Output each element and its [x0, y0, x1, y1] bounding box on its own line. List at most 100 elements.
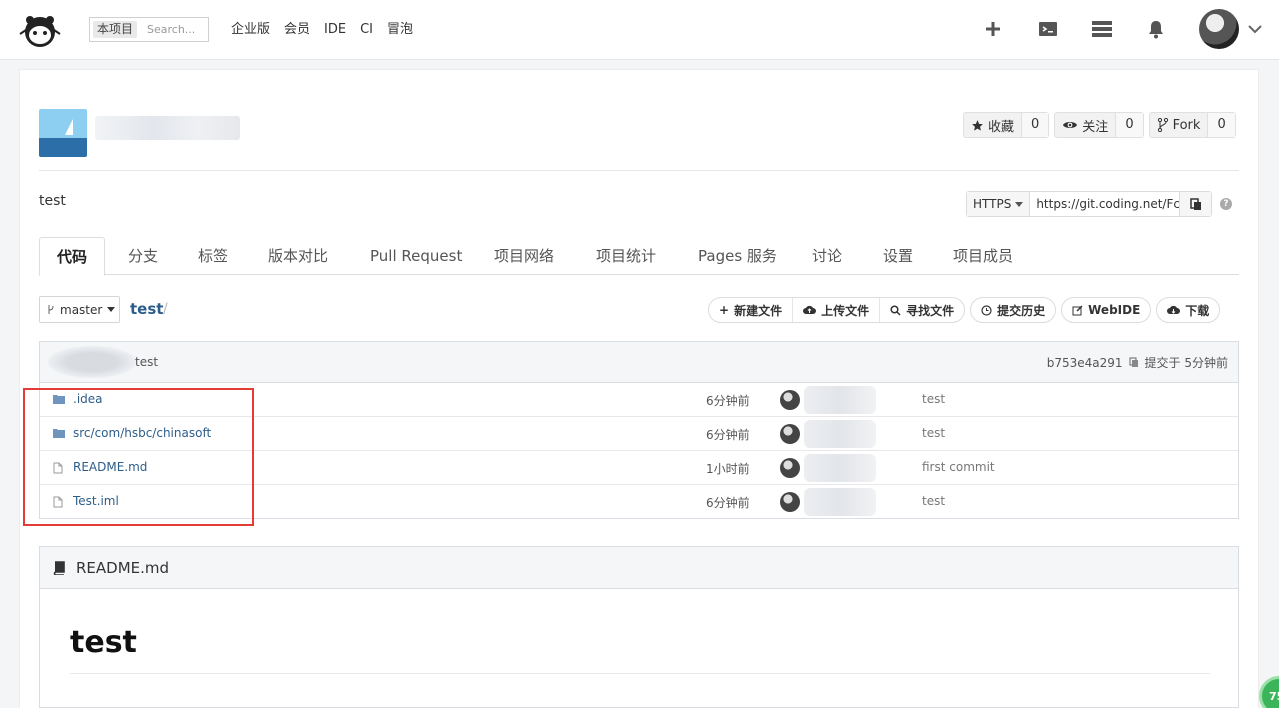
- committer-avatar[interactable]: [780, 390, 800, 410]
- find-file-button[interactable]: 寻找文件: [880, 298, 964, 322]
- star-label: 收藏: [988, 119, 1015, 135]
- file-time: 1小时前: [706, 462, 750, 476]
- tab-compare[interactable]: 版本对比: [268, 237, 328, 275]
- divider: [39, 170, 1239, 171]
- search-scope-tag[interactable]: 本项目: [93, 21, 138, 38]
- terminal-icon[interactable]: [1036, 17, 1060, 41]
- star-icon: [972, 119, 983, 131]
- history-group: 提交历史: [970, 297, 1057, 323]
- webide-button[interactable]: WebIDE: [1062, 298, 1150, 322]
- committer-avatar[interactable]: [780, 492, 800, 512]
- file-commit-message[interactable]: test: [922, 392, 945, 406]
- readme-divider: [70, 673, 1210, 674]
- server-icon[interactable]: [1090, 17, 1114, 41]
- project-name-blurred: [95, 116, 240, 140]
- watch-button[interactable]: 关注 0: [1054, 112, 1144, 138]
- latest-commit-message[interactable]: test: [135, 355, 158, 369]
- fork-count: 0: [1207, 113, 1235, 137]
- chevron-down-icon[interactable]: [1246, 20, 1264, 38]
- cloud-upload-icon: [803, 305, 817, 314]
- tab-network[interactable]: 项目网络: [494, 237, 554, 275]
- download-button[interactable]: 下载: [1157, 298, 1219, 322]
- copy-button[interactable]: [1179, 192, 1212, 216]
- file-commit-message[interactable]: test: [922, 426, 945, 440]
- commit-history-button[interactable]: 提交历史: [971, 298, 1055, 322]
- tab-pull-request[interactable]: Pull Request: [370, 237, 462, 275]
- committer-blurred: [804, 488, 876, 516]
- breadcrumb-separator: /: [163, 301, 168, 317]
- star-button[interactable]: 收藏 0: [963, 112, 1050, 138]
- protocol-label: HTTPS: [973, 197, 1012, 211]
- download-label: 下载: [1185, 303, 1210, 318]
- protocol-select[interactable]: HTTPS: [967, 192, 1031, 216]
- file-time: 6分钟前: [706, 394, 750, 408]
- readme-header: README.md: [40, 547, 1238, 589]
- clone-url-input[interactable]: https://git.coding.net/Fc: [1030, 192, 1179, 216]
- readme-panel: README.md test: [39, 546, 1239, 708]
- file-actions-group: + 新建文件 上传文件 寻找文件: [708, 297, 966, 323]
- find-file-label: 寻找文件: [906, 303, 955, 318]
- readme-filename: README.md: [76, 558, 170, 577]
- tab-code[interactable]: 代码: [39, 237, 106, 276]
- file-commit-message[interactable]: first commit: [922, 460, 995, 474]
- fork-button[interactable]: Fork 0: [1148, 112, 1236, 138]
- file-commit-message[interactable]: test: [922, 494, 945, 508]
- committer-avatar[interactable]: [780, 458, 800, 478]
- webide-label: WebIDE: [1088, 303, 1141, 317]
- caret-down-icon: [1015, 201, 1024, 207]
- committer-blurred: [804, 454, 876, 482]
- help-icon[interactable]: ?: [1220, 198, 1232, 210]
- nav-link-enterprise[interactable]: 企业版: [231, 20, 270, 40]
- caret-down-icon: [107, 307, 116, 312]
- nav-link-ci[interactable]: CI: [360, 20, 373, 40]
- tab-settings[interactable]: 设置: [883, 237, 913, 275]
- committer-blurred: [48, 346, 136, 378]
- fork-label: Fork: [1172, 117, 1201, 133]
- tab-discussion[interactable]: 讨论: [812, 237, 842, 275]
- repo-tabs: 代码 分支 标签 版本对比 Pull Request 项目网络 项目统计 Pag…: [39, 237, 1239, 276]
- breadcrumb[interactable]: test: [130, 300, 163, 318]
- search-icon: [890, 304, 901, 316]
- committer-avatar[interactable]: [780, 424, 800, 444]
- upload-file-button[interactable]: 上传文件: [793, 298, 881, 322]
- coding-logo-icon[interactable]: [16, 12, 64, 48]
- commit-history-label: 提交历史: [997, 303, 1046, 318]
- new-file-label: 新建文件: [734, 303, 783, 318]
- bell-icon[interactable]: [1144, 17, 1168, 41]
- webide-group: WebIDE: [1061, 297, 1152, 323]
- search-input[interactable]: Search...: [147, 18, 195, 41]
- plus-icon[interactable]: [981, 17, 1005, 41]
- tab-stats[interactable]: 项目统计: [596, 237, 656, 275]
- project-avatar: [39, 109, 87, 157]
- latest-commit-bar: test b753e4a291 提交于 5分钟前: [40, 342, 1238, 383]
- clock-icon: [981, 304, 992, 316]
- committer-blurred: [804, 420, 876, 448]
- branch-name: master: [60, 302, 103, 317]
- commit-hash[interactable]: b753e4a291: [1047, 356, 1123, 370]
- search-box[interactable]: 本项目 Search...: [89, 17, 209, 42]
- nav-link-member[interactable]: 会员: [284, 20, 310, 40]
- committer-blurred: [804, 386, 876, 414]
- tab-members[interactable]: 项目成员: [953, 237, 1013, 275]
- file-time: 6分钟前: [706, 496, 750, 510]
- upload-file-label: 上传文件: [821, 303, 870, 318]
- copy-icon[interactable]: [1129, 357, 1139, 368]
- nav-link-ide[interactable]: IDE: [324, 20, 346, 40]
- branch-icon: [48, 305, 54, 314]
- tab-tags[interactable]: 标签: [198, 237, 228, 275]
- new-file-button[interactable]: + 新建文件: [709, 298, 794, 322]
- user-avatar[interactable]: [1199, 9, 1239, 49]
- readme-heading: test: [70, 625, 137, 660]
- book-icon: [53, 560, 65, 575]
- tab-pages[interactable]: Pages 服务: [698, 237, 777, 275]
- nav-link-bubble[interactable]: 冒泡: [387, 20, 413, 40]
- highlight-annotation-box: [23, 388, 254, 526]
- fork-icon: [1157, 118, 1168, 132]
- top-nav: 本项目 Search... 企业版 会员 IDE CI 冒泡: [0, 0, 1279, 60]
- nav-links: 企业版 会员 IDE CI 冒泡: [231, 20, 427, 40]
- repo-actions: + 新建文件 上传文件 寻找文件 提交历史 WebIDE 下载: [708, 297, 1225, 323]
- branch-select[interactable]: master: [39, 296, 120, 323]
- tab-branches[interactable]: 分支: [128, 237, 158, 275]
- floating-badge[interactable]: 75: [1259, 676, 1279, 708]
- commit-info: b753e4a291 提交于 5分钟前: [1047, 354, 1228, 371]
